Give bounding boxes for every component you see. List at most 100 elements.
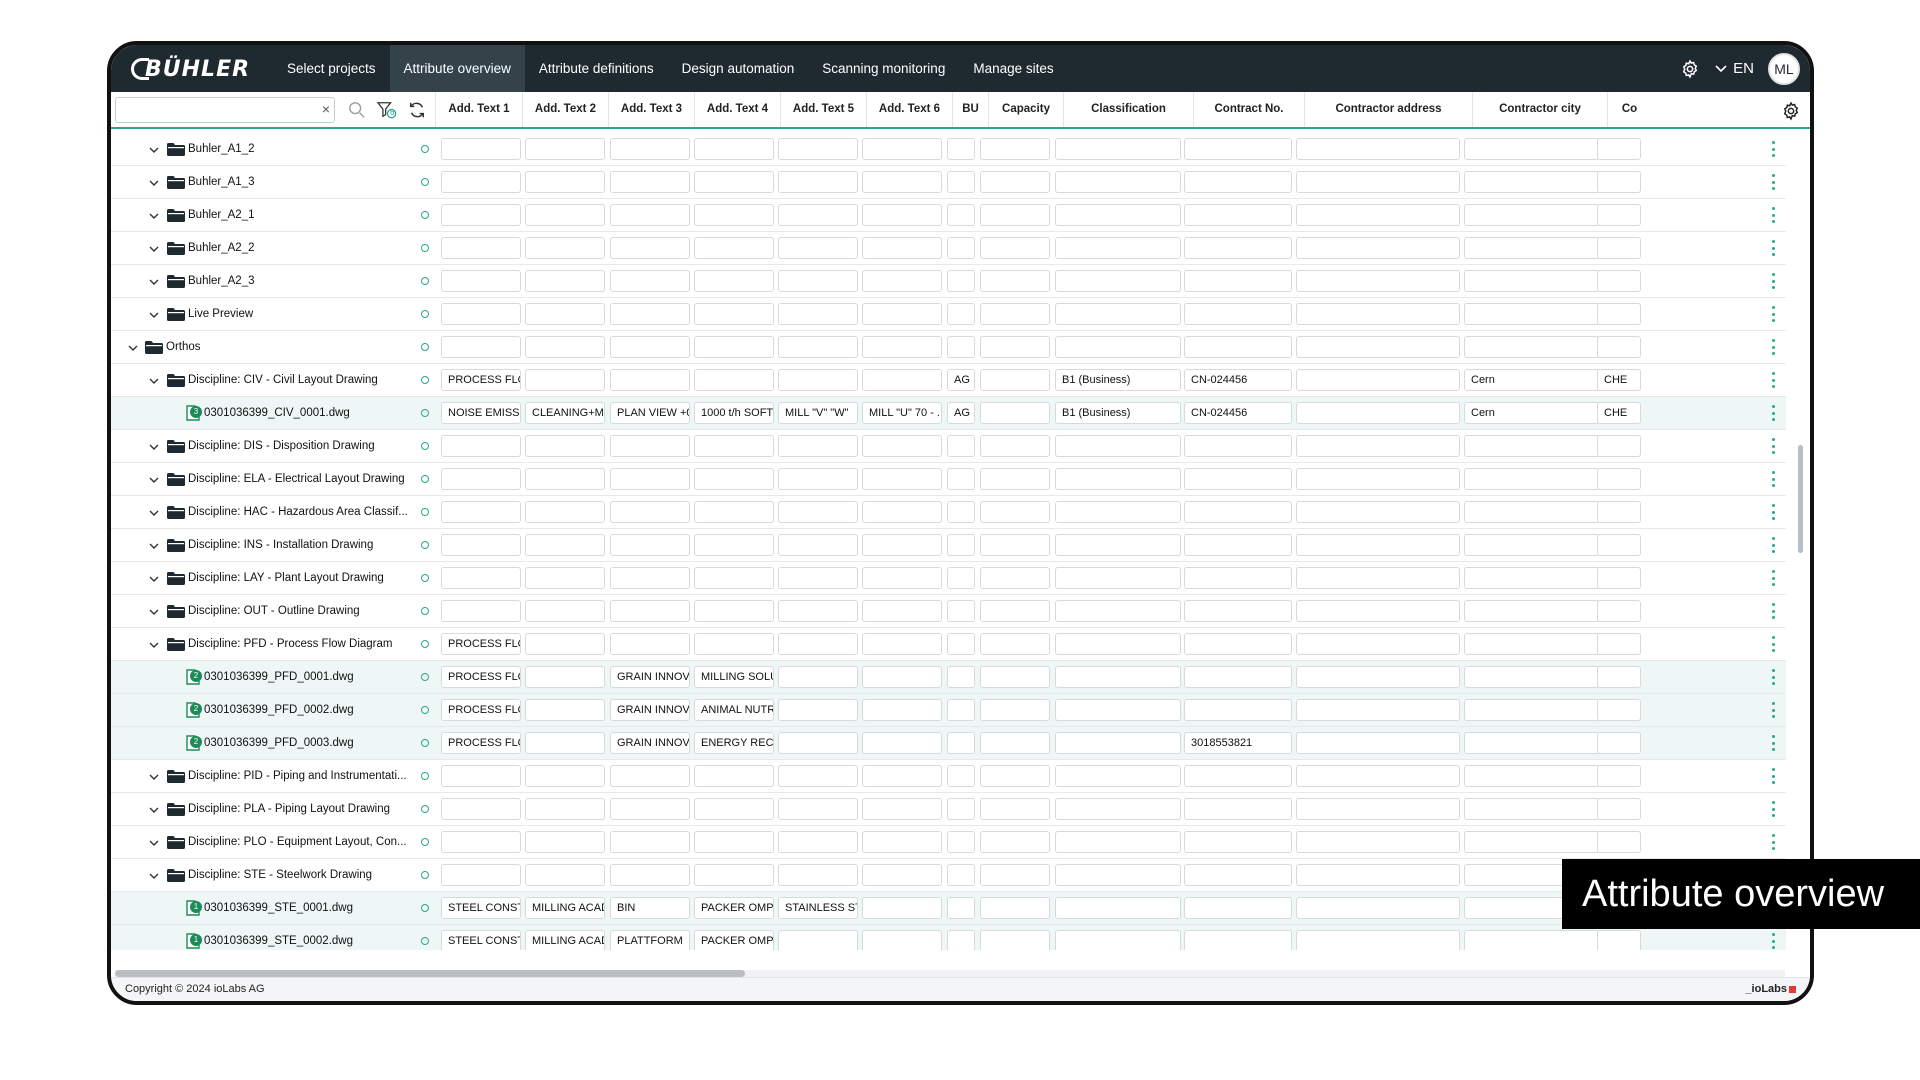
attribute-cell-add-text-5[interactable]: [778, 831, 858, 853]
attribute-cell-add-text-2[interactable]: [525, 501, 605, 523]
attribute-cell-bu[interactable]: AG: [947, 402, 975, 424]
attribute-cell-add-text-1[interactable]: PROCESS FLO...: [441, 633, 521, 655]
attribute-cell-add-text-2[interactable]: [525, 204, 605, 226]
nav-item-design-automation[interactable]: Design automation: [668, 45, 809, 92]
attribute-cell-contract-no[interactable]: [1184, 468, 1292, 490]
attribute-cell-add-text-1[interactable]: STEEL CONST...: [441, 897, 521, 919]
attribute-cell-co[interactable]: [1597, 600, 1641, 622]
attribute-cell-add-text-4[interactable]: 1000 t/h SOFT ...: [694, 402, 774, 424]
attribute-cell-add-text-1[interactable]: [441, 303, 521, 325]
attribute-cell-add-text-2[interactable]: [525, 138, 605, 160]
column-settings-gear-icon[interactable]: [1780, 100, 1802, 122]
attribute-cell-add-text-2[interactable]: [525, 798, 605, 820]
attribute-cell-add-text-6[interactable]: [862, 435, 942, 457]
tree-cell[interactable]: Discipline: PFD - Process Flow Diagram: [111, 628, 431, 660]
attribute-cell-add-text-1[interactable]: [441, 435, 521, 457]
attribute-cell-add-text-5[interactable]: [778, 699, 858, 721]
expand-chevron-icon[interactable]: [148, 440, 160, 452]
table-row[interactable]: Discipline: PLA - Piping Layout Drawing: [111, 793, 1786, 826]
table-row[interactable]: Discipline: HAC - Hazardous Area Classif…: [111, 496, 1786, 529]
tree-cell[interactable]: Discipline: CIV - Civil Layout Drawing: [111, 364, 431, 396]
tree-cell[interactable]: Buhler_A1_2: [111, 133, 431, 165]
expand-chevron-icon[interactable]: [148, 572, 160, 584]
attribute-cell-add-text-5[interactable]: [778, 237, 858, 259]
attribute-cell-add-text-5[interactable]: [778, 336, 858, 358]
table-row[interactable]: Discipline: PLO - Equipment Layout, Con.…: [111, 826, 1786, 859]
attribute-cell-add-text-4[interactable]: [694, 270, 774, 292]
attribute-cell-capacity[interactable]: [980, 831, 1050, 853]
attribute-cell-add-text-6[interactable]: [862, 138, 942, 160]
attribute-cell-capacity[interactable]: [980, 633, 1050, 655]
attribute-cell-capacity[interactable]: [980, 204, 1050, 226]
attribute-cell-contractor-address[interactable]: [1296, 270, 1460, 292]
attribute-cell-classification[interactable]: [1055, 501, 1181, 523]
attribute-cell-contractor-city[interactable]: Cern: [1464, 402, 1600, 424]
attribute-cell-classification[interactable]: [1055, 336, 1181, 358]
attribute-cell-co[interactable]: [1597, 303, 1641, 325]
attribute-cell-contract-no[interactable]: [1184, 270, 1292, 292]
attribute-cell-add-text-6[interactable]: MILL "U" 70 - ...: [862, 402, 942, 424]
attribute-cell-add-text-3[interactable]: [610, 567, 690, 589]
tree-cell[interactable]: Discipline: PID - Piping and Instrumenta…: [111, 760, 431, 792]
attribute-cell-add-text-2[interactable]: [525, 534, 605, 556]
nav-item-attribute-definitions[interactable]: Attribute definitions: [525, 45, 668, 92]
attribute-cell-co[interactable]: [1597, 534, 1641, 556]
attribute-cell-classification[interactable]: [1055, 600, 1181, 622]
clear-search-icon[interactable]: ×: [322, 101, 330, 117]
attribute-cell-capacity[interactable]: [980, 402, 1050, 424]
attribute-cell-co[interactable]: [1597, 237, 1641, 259]
attribute-cell-co[interactable]: [1597, 765, 1641, 787]
table-row[interactable]: Discipline: LAY - Plant Layout Drawing: [111, 562, 1786, 595]
attribute-cell-contractor-address[interactable]: [1296, 765, 1460, 787]
column-header-bu[interactable]: BU: [952, 92, 988, 127]
attribute-cell-add-text-4[interactable]: [694, 765, 774, 787]
attribute-cell-classification[interactable]: [1055, 831, 1181, 853]
attribute-cell-contract-no[interactable]: [1184, 501, 1292, 523]
tree-cell[interactable]: 2 0301036399_PFD_0003.dwg: [111, 727, 431, 759]
expand-chevron-icon[interactable]: [148, 605, 160, 617]
table-row[interactable]: 20301036399_PFD_0002.dwg PROCESS FLO... GR…: [111, 694, 1786, 727]
user-avatar[interactable]: ML: [1768, 52, 1800, 85]
attribute-cell-contractor-city[interactable]: [1464, 600, 1600, 622]
attribute-cell-add-text-6[interactable]: [862, 336, 942, 358]
attribute-cell-contractor-address[interactable]: [1296, 666, 1460, 688]
tree-cell[interactable]: 2 0301036399_PFD_0001.dwg: [111, 661, 431, 693]
attribute-cell-add-text-5[interactable]: [778, 303, 858, 325]
attribute-cell-add-text-1[interactable]: [441, 270, 521, 292]
attribute-cell-add-text-4[interactable]: [694, 303, 774, 325]
attribute-cell-add-text-2[interactable]: [525, 468, 605, 490]
row-actions-kebab-icon[interactable]: [1771, 471, 1775, 487]
attribute-cell-classification[interactable]: [1055, 204, 1181, 226]
attribute-cell-bu[interactable]: [947, 270, 975, 292]
attribute-cell-bu[interactable]: [947, 237, 975, 259]
column-header-add-text-3[interactable]: Add. Text 3: [608, 92, 694, 127]
attribute-cell-add-text-1[interactable]: NOISE EMISSI...: [441, 402, 521, 424]
attribute-cell-contractor-city[interactable]: [1464, 831, 1600, 853]
attribute-cell-bu[interactable]: [947, 732, 975, 754]
attribute-cell-contractor-city[interactable]: [1464, 666, 1600, 688]
attribute-cell-add-text-3[interactable]: PLAN VIEW +0...: [610, 402, 690, 424]
expand-chevron-icon[interactable]: [148, 803, 160, 815]
attribute-cell-contractor-city[interactable]: [1464, 699, 1600, 721]
attribute-cell-contractor-address[interactable]: [1296, 897, 1460, 919]
tree-cell[interactable]: Buhler_A1_3: [111, 166, 431, 198]
attribute-cell-add-text-1[interactable]: [441, 798, 521, 820]
attribute-cell-classification[interactable]: [1055, 138, 1181, 160]
attribute-cell-co[interactable]: [1597, 138, 1641, 160]
attribute-cell-classification[interactable]: [1055, 699, 1181, 721]
attribute-cell-classification[interactable]: [1055, 864, 1181, 886]
attribute-cell-add-text-1[interactable]: [441, 138, 521, 160]
table-row[interactable]: Discipline: OUT - Outline Drawing: [111, 595, 1786, 628]
attribute-cell-contractor-city[interactable]: [1464, 501, 1600, 523]
attribute-cell-add-text-5[interactable]: STAINLESS ST...: [778, 897, 858, 919]
row-actions-kebab-icon[interactable]: [1771, 735, 1775, 751]
attribute-cell-contractor-address[interactable]: [1296, 501, 1460, 523]
attribute-cell-add-text-5[interactable]: MILL "V" "W": [778, 402, 858, 424]
attribute-cell-add-text-4[interactable]: [694, 831, 774, 853]
table-row[interactable]: Buhler_A1_2: [111, 133, 1786, 166]
table-row[interactable]: Discipline: CIV - Civil Layout Drawing PR…: [111, 364, 1786, 397]
attribute-cell-add-text-6[interactable]: [862, 765, 942, 787]
attribute-cell-contract-no[interactable]: [1184, 336, 1292, 358]
table-row[interactable]: Buhler_A2_2: [111, 232, 1786, 265]
tree-cell[interactable]: 1 0301036399_STE_0001.dwg: [111, 892, 431, 924]
